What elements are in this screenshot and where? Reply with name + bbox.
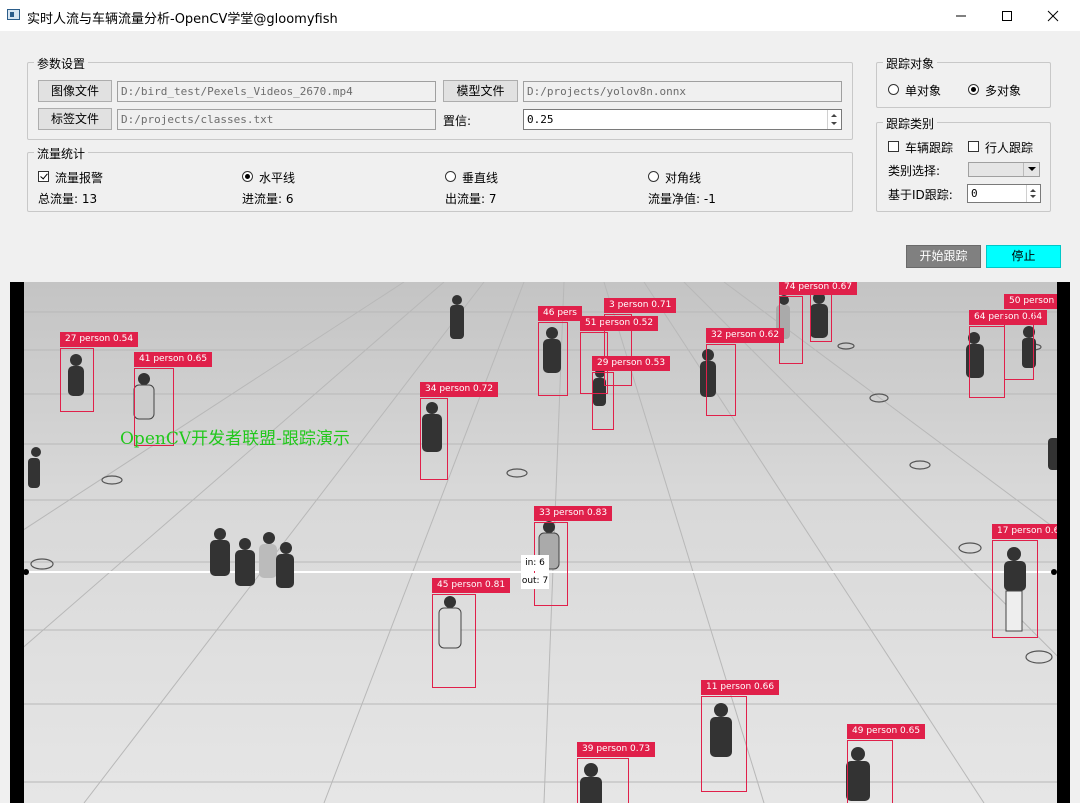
- diagonal-line-label: 对角线: [665, 171, 702, 185]
- confidence-label: 置信:: [443, 114, 472, 128]
- vertical-line-label: 垂直线: [462, 171, 499, 185]
- detection-label: 34 person 0.72: [420, 382, 499, 397]
- track-class-title: 跟踪类别: [883, 115, 938, 132]
- horizontal-line-label: 水平线: [259, 171, 296, 185]
- image-file-path-field[interactable]: D:/bird_test/Pexels_Videos_2670.mp4: [117, 81, 436, 102]
- vehicle-track-label: 车辆跟踪: [905, 141, 954, 155]
- detection-box: [969, 326, 1005, 398]
- detection-label: 45 person 0.81: [432, 578, 511, 593]
- detection-label: 41 person 0.65: [134, 352, 213, 367]
- horizontal-line-radio[interactable]: [242, 171, 253, 182]
- vehicle-track-checkbox[interactable]: [888, 141, 899, 152]
- total-flow-text: 总流量: 13: [38, 192, 98, 206]
- app-icon: [7, 9, 20, 20]
- single-target-label: 单对象: [905, 84, 942, 98]
- detection-box: [538, 322, 568, 396]
- count-out-box: out: 7: [521, 573, 549, 589]
- detection-label: 32 person 0.62: [706, 328, 785, 343]
- detection-box: [701, 696, 747, 792]
- model-file-path-field[interactable]: D:/projects/yolov8n.onnx: [523, 81, 842, 102]
- flow-group-title: 流量统计: [34, 145, 89, 162]
- detection-label: 49 person 0.65: [847, 724, 926, 739]
- window-title: 实时人流与车辆流量分析-OpenCV学堂@gloomyfish: [27, 12, 338, 27]
- start-tracking-button[interactable]: 开始跟踪: [906, 245, 981, 268]
- detection-label: 39 person 0.73: [577, 742, 656, 757]
- spin-arrows-icon[interactable]: [827, 110, 841, 129]
- video-display: 27 person 0.54 41 person 0.65 34 person 0.…: [10, 282, 1070, 803]
- detection-box: [847, 740, 893, 803]
- net-flow-text: 流量净值: -1: [648, 192, 716, 206]
- detection-box: [1004, 310, 1034, 380]
- image-file-button[interactable]: 图像文件: [38, 80, 112, 102]
- video-frame: 27 person 0.54 41 person 0.65 34 person 0.…: [24, 282, 1057, 803]
- maximize-icon: [1002, 11, 1012, 21]
- detection-box: [420, 398, 448, 480]
- flow-alarm-label: 流量报警: [55, 171, 104, 185]
- pedestrian-track-label: 行人跟踪: [985, 141, 1034, 155]
- id-track-value: 0: [971, 187, 978, 200]
- flow-group: [27, 152, 853, 212]
- detection-label: 11 person 0.66: [701, 680, 780, 695]
- video-overlay-text: OpenCV开发者联盟-跟踪演示: [120, 429, 350, 449]
- detection-box: [577, 758, 629, 803]
- maximize-button[interactable]: [984, 0, 1030, 31]
- detection-label: 29 person 0.53: [592, 356, 671, 371]
- close-button[interactable]: [1030, 0, 1076, 31]
- detection-box: [706, 344, 736, 416]
- count-in-box: in: 6: [521, 555, 549, 571]
- class-select-dropdown[interactable]: [968, 162, 1040, 177]
- multi-target-radio[interactable]: [968, 84, 979, 95]
- close-icon: [1047, 10, 1059, 22]
- params-group-title: 参数设置: [34, 55, 89, 72]
- id-track-spinbox[interactable]: 0: [967, 184, 1041, 203]
- detection-box: [992, 540, 1038, 638]
- chevron-down-icon: [1023, 163, 1039, 176]
- pedestrian-track-checkbox[interactable]: [968, 141, 979, 152]
- vertical-line-radio[interactable]: [445, 171, 456, 182]
- detection-box: [60, 348, 94, 412]
- model-file-button[interactable]: 模型文件: [443, 80, 518, 102]
- multi-target-label: 多对象: [985, 84, 1022, 98]
- detection-label: 27 person 0.54: [60, 332, 139, 347]
- detection-label: 50 person 0.5: [1004, 294, 1057, 309]
- detection-label: 46 pers: [538, 306, 582, 321]
- title-bar: 实时人流与车辆流量分析-OpenCV学堂@gloomyfish: [0, 0, 1080, 31]
- detection-label: 17 person 0.60: [992, 524, 1057, 539]
- detection-box: [779, 296, 803, 364]
- diagonal-line-radio[interactable]: [648, 171, 659, 182]
- label-file-path-field[interactable]: D:/projects/classes.txt: [117, 109, 436, 130]
- stop-button[interactable]: 停止: [986, 245, 1061, 268]
- label-file-button[interactable]: 标签文件: [38, 108, 112, 130]
- detection-label: 33 person 0.83: [534, 506, 613, 521]
- minimize-button[interactable]: [938, 0, 984, 31]
- track-target-title: 跟踪对象: [883, 55, 938, 72]
- single-target-radio[interactable]: [888, 84, 899, 95]
- detection-box: [592, 372, 614, 430]
- confidence-spinbox[interactable]: 0.25: [523, 109, 842, 130]
- detection-box: [432, 594, 476, 688]
- confidence-value: 0.25: [527, 113, 554, 126]
- id-track-label: 基于ID跟踪:: [888, 188, 953, 202]
- spin-arrows-icon[interactable]: [1026, 185, 1040, 202]
- detection-box: [810, 294, 832, 342]
- flow-alarm-checkbox[interactable]: [38, 171, 49, 182]
- in-flow-text: 进流量: 6: [242, 192, 294, 206]
- class-select-label: 类别选择:: [888, 164, 941, 178]
- out-flow-text: 出流量: 7: [445, 192, 497, 206]
- detection-label: 3 person 0.71: [604, 298, 677, 313]
- minimize-icon: [956, 15, 966, 17]
